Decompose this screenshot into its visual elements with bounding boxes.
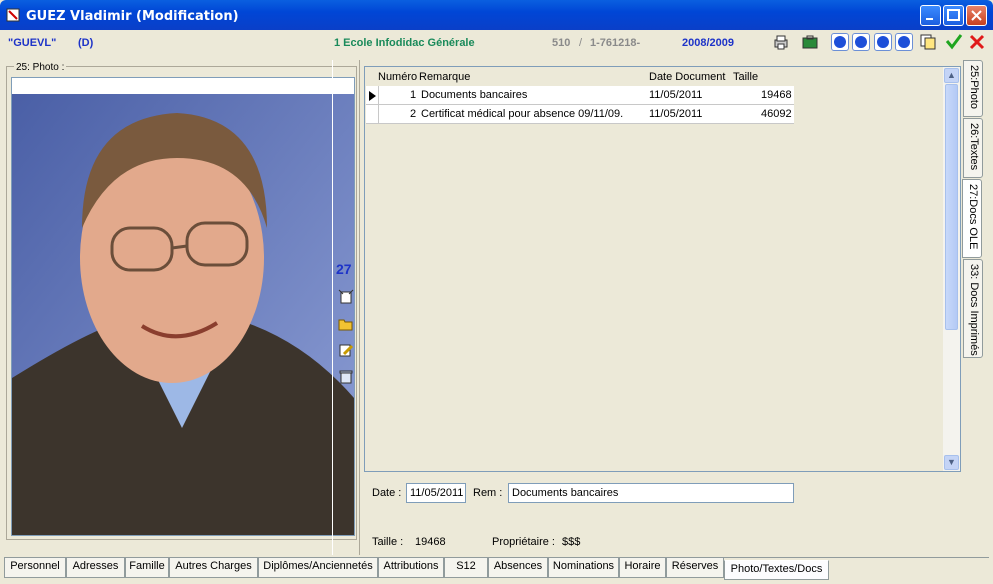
separator: /: [579, 37, 583, 49]
toolbox-icon[interactable]: [801, 33, 819, 51]
table-row[interactable]: 2 Certificat médical pour absence 09/11/…: [366, 105, 794, 124]
row-date: 11/05/2011: [649, 108, 703, 120]
row-date: 11/05/2011: [649, 89, 703, 101]
scroll-thumb[interactable]: [945, 84, 958, 330]
minimize-button[interactable]: [920, 5, 941, 26]
school-year: 2008/2009: [682, 37, 734, 49]
window-title: GUEZ Vladimir (Modification): [26, 9, 239, 24]
photo[interactable]: [11, 77, 355, 536]
tab-personnel[interactable]: Personnel: [4, 558, 66, 578]
tab-s12[interactable]: S12: [444, 558, 488, 578]
row-number: 2: [410, 108, 417, 120]
copy-icon[interactable]: [919, 33, 937, 51]
first-record-icon[interactable]: [831, 33, 849, 51]
tab-texts[interactable]: 26:Textes: [963, 118, 983, 178]
scroll-up-button[interactable]: ▲: [944, 68, 959, 83]
close-button[interactable]: [966, 5, 987, 26]
tab-horaire[interactable]: Horaire: [619, 558, 666, 578]
tab-absences[interactable]: Absences: [488, 558, 548, 578]
date-field[interactable]: 11/05/2011: [406, 483, 466, 503]
tab-diplomes[interactable]: Diplômes/Anciennetés: [258, 558, 378, 578]
documents-grid: [364, 66, 961, 472]
row-number: 1: [410, 89, 417, 101]
size-label: Taille :: [372, 536, 404, 548]
person-code: "GUEVL": [8, 37, 57, 49]
tab-adresses[interactable]: Adresses: [66, 558, 125, 578]
owner-label: Propriétaire :: [492, 536, 555, 548]
edit-document-icon[interactable]: [338, 342, 354, 358]
remark-field[interactable]: Documents bancaires: [508, 483, 794, 503]
owner-value: $$$: [562, 536, 581, 548]
tool-strip: [332, 60, 360, 555]
row-selector-column: [366, 86, 379, 124]
tab-ole-docs[interactable]: 27:Docs OLE: [962, 179, 982, 258]
person-status: (D): [78, 37, 94, 49]
tab-attributions[interactable]: Attributions: [378, 558, 444, 578]
last-record-icon[interactable]: [895, 33, 913, 51]
table-row[interactable]: 1 Documents bancaires 11/05/2011 19468: [366, 86, 794, 105]
rem-label: Rem :: [473, 487, 503, 499]
tab-famille[interactable]: Famille: [125, 558, 169, 578]
column-header-remarque[interactable]: Remarque: [419, 71, 470, 83]
validate-icon[interactable]: [945, 33, 963, 51]
previous-record-icon[interactable]: [852, 33, 870, 51]
tab-photo-textes-docs[interactable]: Photo/Textes/Docs: [724, 560, 829, 580]
app-icon: [6, 7, 22, 23]
school-name: 1 Ecole Infodidac Générale: [334, 37, 475, 49]
row-remark: Documents bancaires: [421, 89, 528, 101]
size-value: 19468: [415, 536, 446, 548]
tab-printed-docs[interactable]: 33: Docs Imprimés: [963, 259, 983, 358]
tab-reserves[interactable]: Réserves: [666, 558, 724, 578]
print-icon[interactable]: [772, 33, 790, 51]
column-header-date[interactable]: Date Document: [649, 71, 725, 83]
column-header-taille[interactable]: Taille: [733, 71, 758, 83]
maximize-button[interactable]: [943, 5, 964, 26]
person-id: 1-761218-: [590, 37, 641, 49]
open-folder-icon[interactable]: [338, 316, 354, 332]
row-remark: Certificat médical pour absence 09/11/09…: [421, 108, 624, 120]
cancel-icon[interactable]: [968, 33, 986, 51]
scroll-down-button[interactable]: ▼: [944, 455, 959, 470]
scan-icon[interactable]: [338, 289, 354, 305]
delete-icon[interactable]: [338, 368, 354, 384]
tab-nominations[interactable]: Nominations: [548, 558, 619, 578]
photo-legend: 25: Photo :: [14, 62, 67, 73]
next-record-icon[interactable]: [874, 33, 892, 51]
tab-photo[interactable]: 25:Photo: [963, 60, 983, 117]
date-label: Date :: [372, 487, 402, 499]
row-size: 19468: [761, 89, 792, 101]
column-header-numero[interactable]: Numéro: [378, 71, 417, 83]
tab-autres-charges[interactable]: Autres Charges: [169, 558, 258, 578]
school-number: 510: [552, 37, 571, 49]
document-count: 27: [336, 261, 352, 277]
row-size: 46092: [761, 108, 792, 120]
